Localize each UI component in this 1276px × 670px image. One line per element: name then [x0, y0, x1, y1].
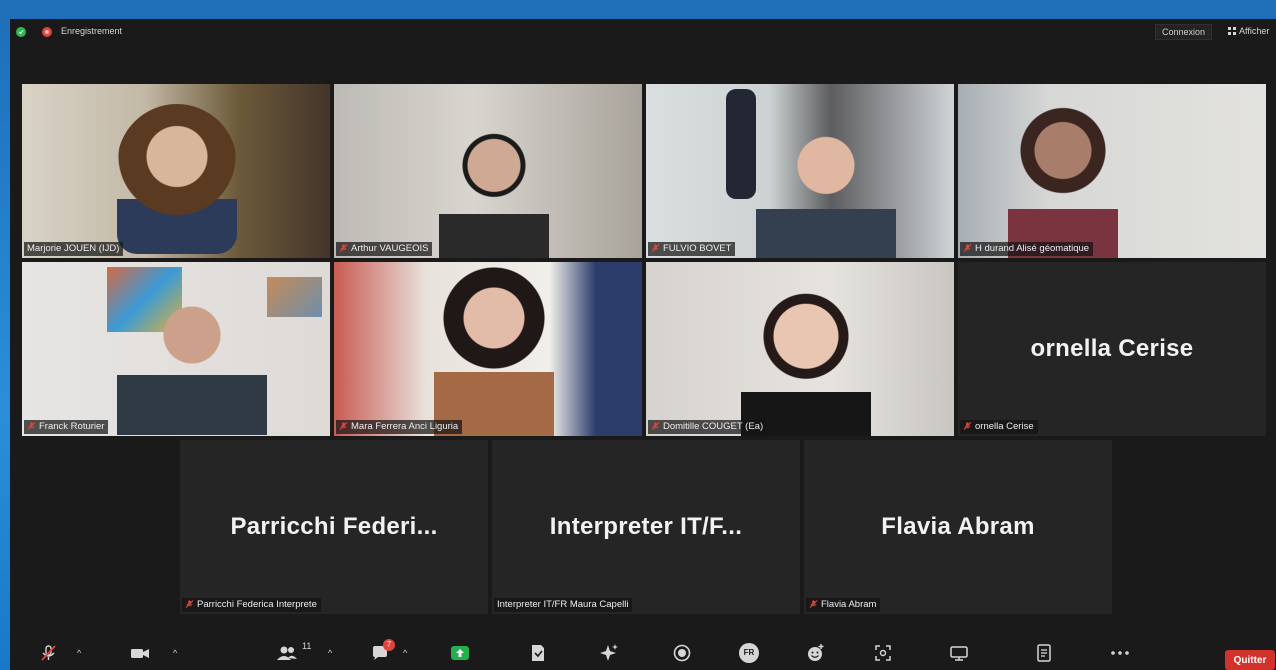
- share-screen-icon: [451, 646, 469, 660]
- mic-muted-icon: [27, 422, 36, 430]
- video-icon: [131, 649, 149, 658]
- participant-display-name: ornella Cerise: [1030, 335, 1194, 362]
- participant-tile-6[interactable]: Domitille COUGET (Ea): [646, 262, 954, 436]
- connexion-button[interactable]: Connexion: [1155, 24, 1213, 40]
- more-icon: [1111, 651, 1129, 655]
- mic-muted-icon: [41, 645, 56, 661]
- participant-name-tag: ornella Cerise: [960, 420, 1038, 434]
- meeting-toolbar: ^ ^ 11 ^ 7 ^ FR Quitter: [10, 633, 1276, 670]
- notes-icon: [532, 645, 544, 661]
- participant-silhouette: [117, 104, 237, 254]
- ai-companion-icon: [600, 644, 618, 661]
- participant-name-tag: Franck Roturier: [24, 420, 109, 434]
- participant-name-tag: Parricchi Federica Interprete: [182, 598, 321, 612]
- apps-button[interactable]: [869, 643, 897, 663]
- meeting-topbar: Enregistrement Connexion Afficher: [10, 19, 1276, 43]
- notes-button[interactable]: [524, 643, 552, 663]
- participant-tile-8[interactable]: Parricchi Federi... Parricchi Federica I…: [180, 440, 488, 614]
- record-icon: [673, 644, 691, 662]
- coat-on-wall: [726, 89, 756, 199]
- chat-button[interactable]: 7: [367, 639, 395, 663]
- participant-name-tag: Arthur VAUGEOIS: [336, 242, 433, 256]
- recording-label: Enregistrement: [61, 26, 123, 36]
- summary-icon: [1037, 644, 1051, 662]
- participant-silhouette: [756, 129, 896, 258]
- mic-muted-icon: [651, 244, 660, 252]
- mute-button[interactable]: [34, 643, 62, 663]
- participant-silhouette: [731, 282, 881, 436]
- video-button[interactable]: [126, 643, 154, 663]
- participant-display-name: Parricchi Federi...: [230, 513, 438, 540]
- wall-photo: [267, 277, 322, 317]
- summary-button[interactable]: [1030, 643, 1058, 663]
- participants-count: 11: [302, 641, 312, 651]
- screen-frame-top: [0, 0, 1276, 19]
- mic-muted-icon: [185, 600, 194, 608]
- participant-silhouette: [117, 287, 267, 436]
- participant-display-name: Interpreter IT/F...: [549, 513, 743, 540]
- more-button[interactable]: [1106, 643, 1134, 663]
- participant-silhouette: [998, 104, 1128, 258]
- participant-tile-5[interactable]: Mara Ferrera Anci Liguria: [334, 262, 642, 436]
- view-button[interactable]: Afficher: [1224, 24, 1273, 38]
- mic-muted-icon: [651, 422, 660, 430]
- participant-tile-9[interactable]: Interpreter IT/F... Interpreter IT/FR Ma…: [492, 440, 800, 614]
- participant-name-tag: Flavia Abram: [806, 598, 881, 612]
- chevron-up-icon[interactable]: ^: [403, 648, 407, 658]
- interpretation-button[interactable]: FR: [735, 643, 763, 663]
- view-label: Afficher: [1239, 26, 1270, 36]
- interpretation-language-icon: FR: [739, 643, 759, 663]
- participant-display-name: Flavia Abram: [881, 513, 1035, 540]
- security-shield-icon[interactable]: [16, 27, 26, 37]
- screen-frame-left: [0, 19, 10, 670]
- ai-companion-button[interactable]: [595, 643, 623, 663]
- mic-muted-icon: [339, 244, 348, 252]
- mic-muted-icon: [963, 244, 972, 252]
- mic-muted-icon: [963, 422, 972, 430]
- reactions-button[interactable]: [802, 643, 830, 663]
- mic-muted-icon: [809, 600, 818, 608]
- apps-icon: [875, 645, 891, 661]
- participant-tile-3[interactable]: H durand Alisé géomatique: [958, 84, 1266, 258]
- recording-icon: [42, 27, 52, 37]
- participant-tile-10[interactable]: Flavia Abram Flavia Abram: [804, 440, 1112, 614]
- reactions-icon: [808, 644, 824, 661]
- whiteboard-icon: [950, 646, 968, 661]
- participant-name-tag: Domitille COUGET (Ea): [648, 420, 768, 434]
- participant-silhouette: [439, 129, 549, 258]
- share-screen-button[interactable]: [446, 643, 474, 663]
- chevron-up-icon[interactable]: ^: [77, 648, 81, 658]
- participants-icon: [277, 646, 297, 660]
- quit-button[interactable]: Quitter: [1225, 650, 1275, 670]
- mic-muted-icon: [339, 422, 348, 430]
- participant-tile-4[interactable]: Franck Roturier: [22, 262, 330, 436]
- chevron-up-icon[interactable]: ^: [173, 648, 177, 658]
- participant-silhouette: [424, 267, 564, 436]
- participant-name-tag: H durand Alisé géomatique: [960, 242, 1094, 256]
- participant-tile-0[interactable]: Marjorie JOUEN (IJD): [22, 84, 330, 258]
- participant-name-tag: Interpreter IT/FR Maura Capelli: [494, 598, 633, 612]
- participant-tile-2[interactable]: FULVIO BOVET: [646, 84, 954, 258]
- chevron-up-icon[interactable]: ^: [328, 648, 332, 658]
- participant-tile-1[interactable]: Arthur VAUGEOIS: [334, 84, 642, 258]
- zoom-meeting-window: Enregistrement Connexion Afficher Marjor…: [10, 19, 1276, 670]
- participant-name-tag: Marjorie JOUEN (IJD): [24, 242, 124, 256]
- participant-tile-7[interactable]: ornella Cerise ornella Cerise: [958, 262, 1266, 436]
- chat-badge: 7: [383, 639, 395, 651]
- participants-button[interactable]: [273, 643, 301, 663]
- participant-name-tag: FULVIO BOVET: [648, 242, 736, 256]
- whiteboard-button[interactable]: [945, 643, 973, 663]
- participant-name-tag: Mara Ferrera Anci Liguria: [336, 420, 463, 434]
- record-button[interactable]: [668, 643, 696, 663]
- grid-view-icon: [1228, 27, 1236, 35]
